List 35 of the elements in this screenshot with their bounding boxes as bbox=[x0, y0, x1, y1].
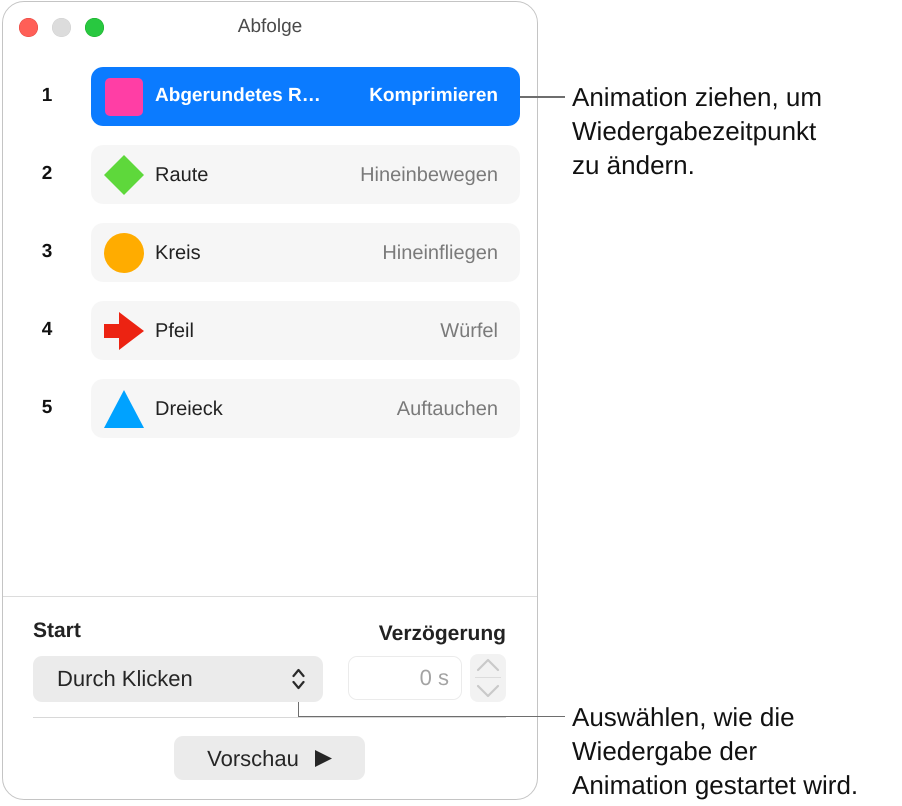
animation-list-item[interactable]: Dreieck Auftauchen bbox=[91, 379, 520, 438]
callout-text: Auswählen, wie die Wiedergabe der Animation gestartet wird. bbox=[572, 701, 860, 802]
zoom-button[interactable] bbox=[85, 18, 104, 37]
sequence-number: 3 bbox=[40, 240, 54, 264]
callout-text: Animation ziehen, um Wiedergabezeitpunkt zu ändern. bbox=[572, 81, 824, 182]
animation-effect: Würfel bbox=[440, 318, 498, 344]
animation-name: Dreieck bbox=[155, 396, 223, 422]
animation-effect: Komprimieren bbox=[369, 84, 498, 108]
delay-label: Verzögerung bbox=[378, 622, 506, 646]
preview-button[interactable]: Vorschau bbox=[174, 736, 365, 780]
window-title: Abfolge bbox=[238, 15, 302, 40]
close-button[interactable] bbox=[19, 18, 38, 37]
animation-name: Raute bbox=[155, 162, 208, 188]
animation-name: Kreis bbox=[155, 240, 201, 266]
sequence-number: 1 bbox=[40, 84, 54, 108]
chevron-down-icon bbox=[476, 684, 500, 698]
stepper[interactable] bbox=[470, 654, 506, 702]
leader-line bbox=[520, 96, 565, 98]
animation-list-item[interactable]: Raute Hineinbewegen bbox=[91, 145, 520, 204]
start-label: Start bbox=[33, 618, 81, 642]
animation-list-item[interactable]: Abgerundetes R… Komprimieren bbox=[91, 67, 520, 126]
start-popup-button[interactable]: Durch Klicken bbox=[33, 656, 323, 702]
animation-name: Abgerundetes R… bbox=[155, 84, 321, 108]
sequence-number: 5 bbox=[40, 396, 54, 420]
chevron-up-icon bbox=[476, 658, 500, 672]
play-icon bbox=[314, 750, 332, 766]
animation-name: Pfeil bbox=[155, 318, 194, 344]
animation-effect: Auftauchen bbox=[396, 396, 498, 422]
animation-effect: Hineinbewegen bbox=[360, 162, 498, 188]
sequence-number: 4 bbox=[40, 318, 54, 342]
animation-list-item[interactable]: Kreis Hineinfliegen bbox=[91, 223, 520, 282]
animation-effect: Hineinfliegen bbox=[382, 240, 498, 266]
sequence-number: 2 bbox=[40, 162, 54, 186]
animation-list-item[interactable]: Pfeil Würfel bbox=[91, 301, 520, 360]
chevrons-icon bbox=[292, 668, 305, 690]
